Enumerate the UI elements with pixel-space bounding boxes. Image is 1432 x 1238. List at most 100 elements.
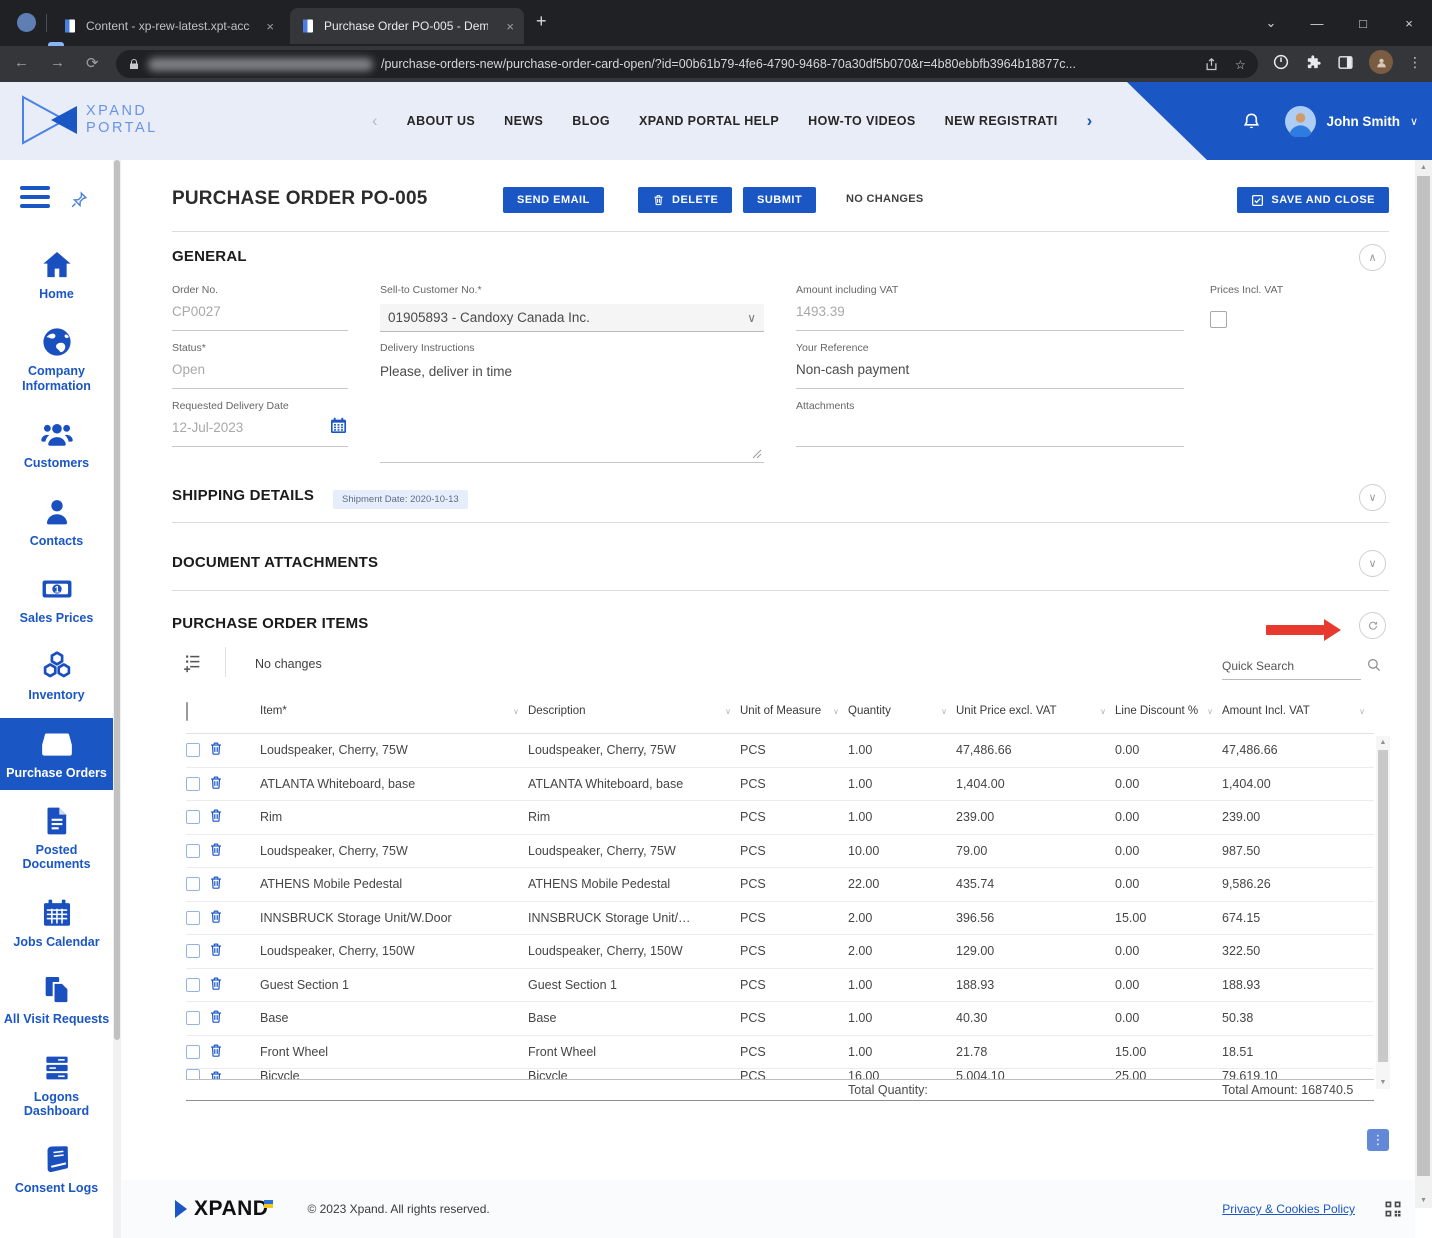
table-row[interactable]: INNSBRUCK Storage Unit/W.Door INNSBRUCK … <box>186 902 1374 936</box>
row-checkbox[interactable] <box>186 944 200 958</box>
notifications-bell-icon[interactable] <box>1240 109 1263 134</box>
delete-row-trash-icon[interactable] <box>208 975 224 992</box>
qr-code-icon[interactable] <box>1383 1199 1403 1219</box>
delete-row-trash-icon[interactable] <box>208 1008 224 1025</box>
scroll-down-icon[interactable]: ▼ <box>1415 1197 1432 1204</box>
search-icon[interactable] <box>1365 656 1383 674</box>
submit-button[interactable]: SUBMIT <box>743 187 816 213</box>
refresh-items-button[interactable] <box>1359 612 1386 639</box>
collapse-shipping-icon[interactable]: ∨ <box>1359 484 1386 511</box>
sidebar-item[interactable]: Inventory <box>0 640 113 712</box>
table-row[interactable]: Front Wheel Front Wheel PCS 1.00 21.78 1… <box>186 1036 1374 1070</box>
prices-incl-vat-checkbox[interactable] <box>1210 311 1227 328</box>
scroll-down-icon[interactable]: ▼ <box>1376 1079 1390 1086</box>
browser-profile-avatar[interactable] <box>1369 50 1393 74</box>
calendar-picker-icon[interactable] <box>329 416 348 435</box>
browser-profile-icon[interactable] <box>17 13 36 32</box>
column-header[interactable]: Unit Price excl. VAT <box>956 704 1115 718</box>
row-checkbox[interactable] <box>186 1069 200 1079</box>
sidebar-item[interactable]: Purchase Orders <box>0 718 113 790</box>
scroll-thumb[interactable] <box>1378 750 1388 1062</box>
collapse-general-icon[interactable]: ∧ <box>1359 244 1386 271</box>
send-email-button[interactable]: SEND EMAIL <box>503 187 604 213</box>
delete-row-trash-icon[interactable] <box>208 774 224 791</box>
row-checkbox[interactable] <box>186 743 200 757</box>
sidebar-item[interactable]: Jobs Calendar <box>0 887 113 959</box>
browser-tab-1[interactable]: Content - xp-rew-latest.xpt-acc0 × <box>52 8 284 44</box>
table-row[interactable]: Bicycle Bicycle PCS 16.00 5,004.10 25.00… <box>186 1069 1374 1079</box>
delete-row-trash-icon[interactable] <box>208 941 224 958</box>
delete-row-trash-icon[interactable] <box>208 807 224 824</box>
extensions-puzzle-icon[interactable] <box>1305 54 1322 71</box>
window-maximize-icon[interactable]: □ <box>1340 16 1386 31</box>
reference-value[interactable]: Non-cash payment <box>796 362 1184 389</box>
sell-to-customer-select[interactable]: 01905893 - Candoxy Canada Inc. ∨ <box>380 304 764 332</box>
power-extension-icon[interactable] <box>1272 53 1290 71</box>
column-header[interactable]: Line Discount % <box>1115 704 1222 718</box>
tab-close-icon[interactable]: × <box>266 19 274 34</box>
column-header[interactable]: Unit of Measure <box>740 704 848 718</box>
row-checkbox[interactable] <box>186 1045 200 1059</box>
table-row[interactable]: Rim Rim PCS 1.00 239.00 0.00 239.00 <box>186 801 1374 835</box>
reload-icon[interactable]: ⟳ <box>86 54 99 72</box>
scroll-thumb[interactable] <box>1417 176 1430 1176</box>
row-checkbox[interactable] <box>186 978 200 992</box>
pin-icon[interactable] <box>68 189 90 211</box>
side-panel-icon[interactable] <box>1337 54 1354 71</box>
save-and-close-button[interactable]: SAVE AND CLOSE <box>1237 187 1389 213</box>
select-all-checkbox[interactable] <box>186 702 188 721</box>
window-chevron-icon[interactable]: ⌄ <box>1248 15 1294 31</box>
back-icon[interactable]: ← <box>14 54 29 71</box>
table-row[interactable]: Guest Section 1 Guest Section 1 PCS 1.00… <box>186 969 1374 1003</box>
tab-close-icon[interactable]: × <box>506 19 514 34</box>
column-header[interactable]: Quantity <box>848 704 956 718</box>
nav-item[interactable]: HOW-TO VIDEOS <box>808 114 916 128</box>
row-checkbox[interactable] <box>186 1011 200 1025</box>
scroll-up-icon[interactable]: ▲ <box>1376 739 1390 746</box>
collapse-documents-icon[interactable]: ∨ <box>1359 550 1386 577</box>
row-checkbox[interactable] <box>186 844 200 858</box>
more-actions-button[interactable]: ⋮ <box>1367 1129 1389 1151</box>
delete-row-trash-icon[interactable] <box>208 740 224 757</box>
delete-row-trash-icon[interactable] <box>208 841 224 858</box>
delete-button[interactable]: DELETE <box>638 187 732 213</box>
share-icon[interactable] <box>1204 57 1219 72</box>
nav-next-icon[interactable]: › <box>1087 111 1093 131</box>
window-minimize-icon[interactable]: — <box>1294 16 1340 31</box>
table-scrollbar[interactable]: ▲ ▼ <box>1376 736 1390 1089</box>
insert-line-icon[interactable] <box>181 652 203 674</box>
table-row[interactable]: Loudspeaker, Cherry, 75W Loudspeaker, Ch… <box>186 734 1374 768</box>
sidebar-item[interactable]: Logons Dashboard <box>0 1042 113 1129</box>
attachments-value[interactable] <box>796 420 1184 447</box>
window-close-icon[interactable]: × <box>1386 16 1432 31</box>
sidebar-item[interactable]: Consent Logs <box>0 1133 113 1205</box>
scroll-up-icon[interactable]: ▲ <box>1415 164 1432 171</box>
bookmark-star-icon[interactable]: ☆ <box>1235 57 1246 72</box>
page-scrollbar[interactable]: ▲ ▼ <box>1415 160 1432 1208</box>
delivery-instructions-textarea[interactable]: Please, deliver in time <box>380 362 764 463</box>
delete-row-trash-icon[interactable] <box>208 908 224 925</box>
column-header[interactable]: Amount Incl. VAT <box>1222 704 1374 718</box>
sidebar-scrollbar[interactable] <box>113 160 121 1238</box>
delete-row-trash-icon[interactable] <box>208 1069 224 1079</box>
table-row[interactable]: ATLANTA Whiteboard, base ATLANTA Whitebo… <box>186 768 1374 802</box>
browser-tab-2[interactable]: Purchase Order PO-005 - Demo × <box>290 8 524 44</box>
portal-logo[interactable]: XPAND PORTAL <box>18 93 158 147</box>
menu-hamburger-icon[interactable] <box>20 186 50 213</box>
sidebar-item[interactable]: All Visit Requests <box>0 964 113 1036</box>
nav-item[interactable]: ABOUT US <box>407 114 475 128</box>
nav-item[interactable]: XPAND PORTAL HELP <box>639 114 779 128</box>
row-checkbox[interactable] <box>186 810 200 824</box>
sidebar-item[interactable]: 1 Sales Prices <box>0 563 113 635</box>
browser-menu-icon[interactable]: ⋮ <box>1408 54 1422 71</box>
forward-icon[interactable]: → <box>50 54 65 71</box>
resize-handle-icon[interactable] <box>752 449 762 459</box>
delete-row-trash-icon[interactable] <box>208 1042 224 1059</box>
nav-item[interactable]: NEWS <box>504 114 543 128</box>
table-row[interactable]: ATHENS Mobile Pedestal ATHENS Mobile Ped… <box>186 868 1374 902</box>
new-tab-button[interactable]: + <box>536 12 547 30</box>
sidebar-item[interactable]: Posted Documents <box>0 795 113 882</box>
quick-search-input[interactable] <box>1222 657 1361 680</box>
table-row[interactable]: Loudspeaker, Cherry, 150W Loudspeaker, C… <box>186 935 1374 969</box>
row-checkbox[interactable] <box>186 777 200 791</box>
